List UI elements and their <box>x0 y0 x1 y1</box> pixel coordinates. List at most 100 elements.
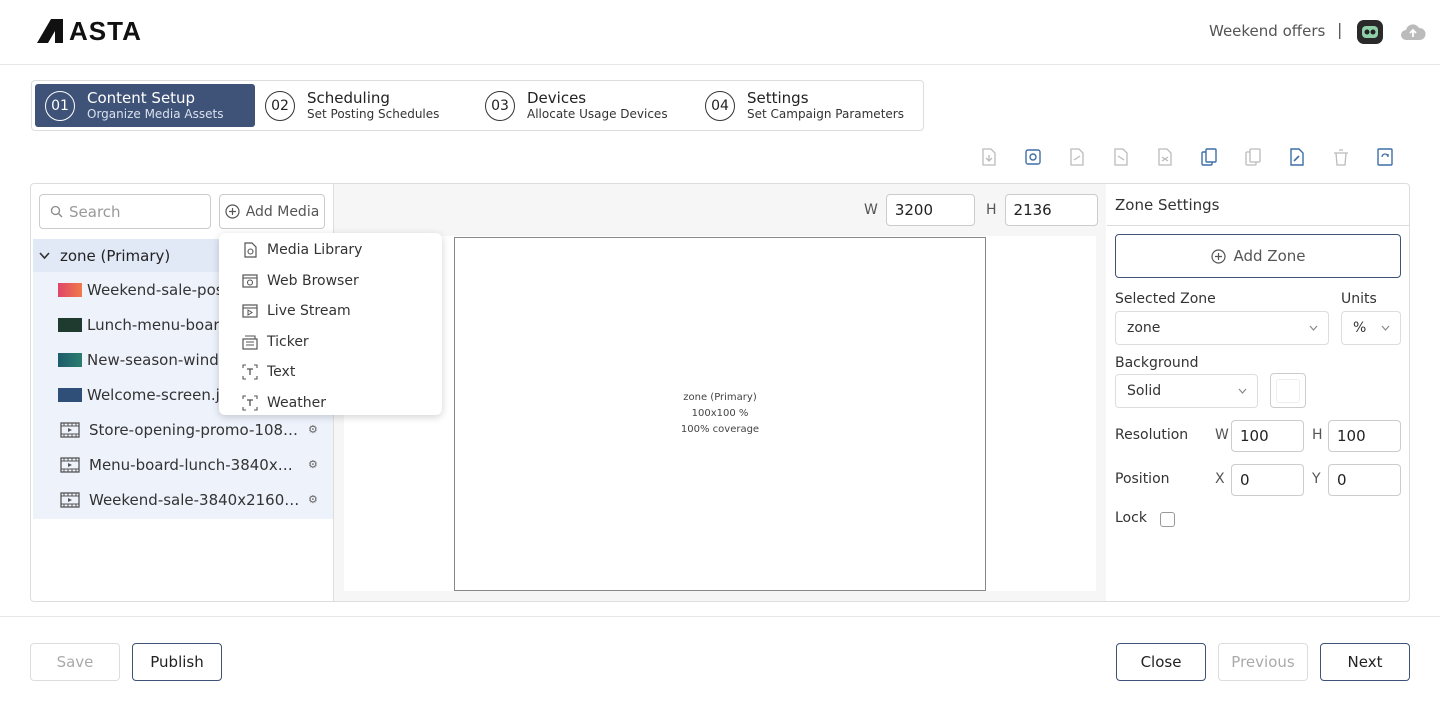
zone-settings-panel: Zone Settings Add Zone Selected Zone Uni… <box>1107 184 1409 601</box>
res-h-input[interactable]: 100 <box>1328 420 1401 452</box>
pos-x-label: X <box>1215 471 1225 487</box>
step-subtitle: Set Campaign Parameters <box>747 106 904 121</box>
step-title: Settings <box>747 88 809 107</box>
step-settings[interactable]: 04 Settings Set Campaign Parameters <box>695 84 915 127</box>
position-label: Position <box>1115 471 1170 487</box>
zone-box-size: 100x100 % <box>691 408 749 419</box>
video-icon <box>60 491 80 508</box>
copy-icon[interactable] <box>1198 146 1220 168</box>
menu-item-ticker[interactable]: Ticker <box>219 327 442 358</box>
canvas-height-input[interactable]: 2136 <box>1004 194 1098 226</box>
step-subtitle: Set Posting Schedules <box>307 106 440 121</box>
layout-canvas: zone (Primary) 100x100 % 100% coverage <box>344 236 1096 591</box>
app-header: ASTA Weekend offers | <box>0 0 1440 65</box>
add-media-menu: Media Library Web Browser Live Stream Ti… <box>219 233 442 415</box>
res-h-value: 100 <box>1337 427 1366 445</box>
background-value: Solid <box>1127 383 1162 399</box>
background-select[interactable]: Solid <box>1115 374 1258 408</box>
menu-item-media-library[interactable]: Media Library <box>219 235 442 266</box>
link-icon[interactable] <box>1066 146 1088 168</box>
menu-item-label: Text <box>267 364 296 381</box>
text-icon <box>242 364 258 380</box>
step-subtitle: Organize Media Assets <box>87 106 224 121</box>
pos-y-value: 0 <box>1337 471 1347 489</box>
menu-item-weather[interactable]: Weather <box>219 388 442 419</box>
plus-circle-icon <box>225 204 240 219</box>
unlink-icon[interactable] <box>1110 146 1132 168</box>
zone-box-name: zone (Primary) <box>683 392 757 403</box>
avatar-icon <box>1362 26 1378 38</box>
canvas-width-group: W 3200 <box>864 194 975 226</box>
res-w-input[interactable]: 100 <box>1231 420 1304 452</box>
chevron-down-icon[interactable] <box>39 251 50 260</box>
video-icon <box>60 456 80 473</box>
add-zone-button[interactable]: Add Zone <box>1115 234 1401 278</box>
download-icon[interactable] <box>978 146 1000 168</box>
delete-icon[interactable] <box>1330 146 1352 168</box>
pos-x-input[interactable]: 0 <box>1231 464 1304 496</box>
menu-item-text[interactable]: Text <box>219 357 442 388</box>
step-title: Content Setup <box>87 88 196 107</box>
duplicate-icon[interactable] <box>1242 146 1264 168</box>
close-button[interactable]: Close <box>1116 643 1206 681</box>
web-browser-icon <box>242 274 258 288</box>
step-scheduling[interactable]: 02 Scheduling Set Posting Schedules <box>255 84 475 127</box>
brand-logo[interactable]: ASTA <box>37 15 142 46</box>
gear-icon[interactable]: ⚙ <box>308 458 318 471</box>
refresh-icon[interactable] <box>1374 146 1396 168</box>
export-icon[interactable] <box>1154 146 1176 168</box>
background-color-swatch[interactable] <box>1270 373 1306 408</box>
units-select[interactable]: % <box>1341 311 1401 345</box>
pos-y-input[interactable]: 0 <box>1328 464 1401 496</box>
canvas-width-input[interactable]: 3200 <box>885 194 975 226</box>
menu-item-label: Media Library <box>267 242 363 259</box>
canvas-area: W 3200 H 2136 zone (Primary) 100x100 % 1… <box>334 184 1106 601</box>
brand-name: ASTA <box>69 15 142 46</box>
user-avatar[interactable] <box>1357 20 1383 44</box>
chevron-down-icon <box>1381 325 1390 331</box>
image-thumbnail <box>58 282 82 297</box>
media-item[interactable]: Weekend-sale-3840x2160.mp4 ⚙ <box>33 482 333 517</box>
search-icon <box>50 205 63 218</box>
chevron-down-icon <box>1309 325 1318 331</box>
media-item[interactable]: Menu-board-lunch-3840x2160.mp4 ⚙ <box>33 447 333 482</box>
menu-item-live-stream[interactable]: Live Stream <box>219 296 442 327</box>
menu-item-label: Live Stream <box>267 303 351 320</box>
previous-button[interactable]: Previous <box>1218 643 1308 681</box>
canvas-height-label: H <box>986 202 997 218</box>
background-label: Background <box>1115 355 1199 371</box>
add-media-button[interactable]: Add Media <box>219 194 325 229</box>
step-title: Scheduling <box>307 88 390 107</box>
step-content-setup[interactable]: 01 Content Setup Organize Media Assets <box>35 84 255 127</box>
gear-icon[interactable]: ⚙ <box>308 423 318 436</box>
selected-zone-select[interactable]: zone <box>1115 311 1329 345</box>
edit-icon[interactable] <box>1286 146 1308 168</box>
preview-icon[interactable] <box>1022 146 1044 168</box>
wizard-steps: 01 Content Setup Organize Media Assets 0… <box>31 80 924 131</box>
chevron-down-icon <box>1238 388 1247 394</box>
add-media-label: Add Media <box>245 203 320 220</box>
selected-zone-label: Selected Zone <box>1115 291 1216 307</box>
header-separator: | <box>1337 20 1343 39</box>
units-label: Units <box>1341 291 1377 307</box>
save-button[interactable]: Save <box>30 643 120 681</box>
cloud-sync-icon[interactable] <box>1400 22 1426 46</box>
search-placeholder: Search <box>69 202 121 221</box>
step-devices[interactable]: 03 Devices Allocate Usage Devices <box>475 84 695 127</box>
lock-checkbox[interactable] <box>1160 512 1175 527</box>
step-number: 04 <box>705 90 735 121</box>
color-preview <box>1276 378 1300 403</box>
canvas-height-group: H 2136 <box>986 194 1098 226</box>
pos-y-label: Y <box>1312 471 1321 487</box>
canvas-width-value: 3200 <box>894 201 934 219</box>
weekend-offers-link[interactable]: Weekend offers <box>1209 22 1325 40</box>
image-thumbnail <box>58 387 82 402</box>
menu-item-web-browser[interactable]: Web Browser <box>219 266 442 297</box>
step-number: 03 <box>485 90 515 121</box>
publish-button[interactable]: Publish <box>132 643 222 681</box>
menu-item-label: Ticker <box>267 333 309 350</box>
gear-icon[interactable]: ⚙ <box>308 493 318 506</box>
search-input[interactable]: Search <box>39 194 211 229</box>
zone-box[interactable]: zone (Primary) 100x100 % 100% coverage <box>454 237 986 591</box>
next-button[interactable]: Next <box>1320 643 1410 681</box>
